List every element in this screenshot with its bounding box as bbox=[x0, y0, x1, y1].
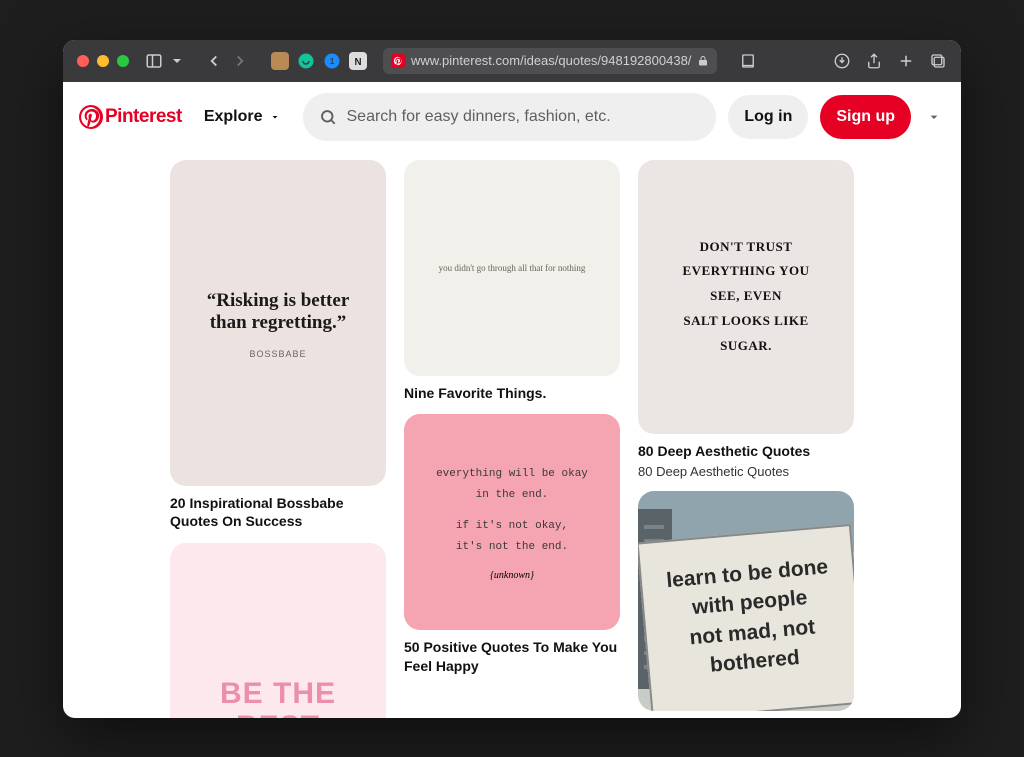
pin-image: learn to be done with people not mad, no… bbox=[638, 491, 854, 711]
search-bar[interactable] bbox=[303, 93, 717, 141]
url-text: www.pinterest.com/ideas/quotes/948192800… bbox=[411, 53, 691, 68]
tabs-overview-icon[interactable] bbox=[929, 52, 947, 70]
new-tab-icon[interactable] bbox=[897, 52, 915, 70]
notion-icon[interactable]: N bbox=[349, 52, 367, 70]
browser-window: 1 N www.pinterest.com/ideas/quotes/94819… bbox=[63, 40, 961, 718]
pin-grid: “Risking is better than regretting.” BOS… bbox=[63, 152, 961, 718]
explore-button[interactable]: Explore bbox=[194, 108, 291, 126]
pin-card[interactable]: learn to be done with people not mad, no… bbox=[638, 491, 854, 711]
traffic-lights bbox=[77, 55, 129, 67]
pin-image: you didn't go through all that for nothi… bbox=[404, 160, 620, 376]
maximize-window-button[interactable] bbox=[117, 55, 129, 67]
pin-title: 50 Positive Quotes To Make You Feel Happ… bbox=[404, 638, 620, 676]
pin-card[interactable]: you didn't go through all that for nothi… bbox=[404, 160, 620, 403]
quote-text: learn to be done with people not mad, no… bbox=[638, 524, 854, 711]
lock-icon bbox=[697, 55, 709, 67]
pin-title: 80 Deep Aesthetic Quotes bbox=[638, 442, 854, 461]
search-icon bbox=[319, 108, 337, 126]
pin-card[interactable]: “Risking is better than regretting.” BOS… bbox=[170, 160, 386, 532]
search-input[interactable] bbox=[347, 108, 701, 126]
quote-text: BE THE BEST bbox=[190, 677, 366, 717]
chevron-down-icon bbox=[926, 109, 942, 125]
reader-mode-icon[interactable] bbox=[739, 52, 757, 70]
explore-label: Explore bbox=[204, 108, 263, 126]
pin-image: BE THE BEST bbox=[170, 543, 386, 717]
extension-icon-1[interactable] bbox=[271, 52, 289, 70]
pin-image: everything will be okay in the end. if i… bbox=[404, 414, 620, 630]
forward-button[interactable] bbox=[231, 52, 249, 70]
svg-text:1: 1 bbox=[330, 57, 335, 66]
minimize-window-button[interactable] bbox=[97, 55, 109, 67]
pin-subtitle: 80 Deep Aesthetic Quotes bbox=[638, 464, 854, 479]
more-menu-button[interactable] bbox=[923, 106, 945, 128]
pinterest-favicon bbox=[391, 54, 405, 68]
pin-title: 20 Inspirational Bossbabe Quotes On Succ… bbox=[170, 494, 386, 532]
pinterest-icon bbox=[79, 105, 103, 129]
close-window-button[interactable] bbox=[77, 55, 89, 67]
quote-text: everything will be okay in the end. if i… bbox=[436, 464, 588, 558]
quote-credit: BOSSBABE bbox=[249, 349, 306, 359]
sidebar-icon[interactable] bbox=[145, 52, 163, 70]
quote-text: you didn't go through all that for nothi… bbox=[439, 263, 586, 273]
pin-card[interactable]: BE THE BEST bbox=[170, 543, 386, 717]
pin-image: “Risking is better than regretting.” BOS… bbox=[170, 160, 386, 486]
login-button[interactable]: Log in bbox=[728, 95, 808, 139]
quote-text: Don't trust everything you see, even sal… bbox=[682, 235, 809, 358]
quote-credit: {unknown} bbox=[490, 570, 534, 581]
chevron-down-icon bbox=[269, 111, 281, 123]
onepassword-icon[interactable]: 1 bbox=[323, 52, 341, 70]
grid-column: you didn't go through all that for nothi… bbox=[404, 160, 620, 718]
svg-text:N: N bbox=[354, 56, 361, 67]
pinterest-logo[interactable]: Pinterest bbox=[79, 105, 182, 129]
pin-image: Don't trust everything you see, even sal… bbox=[638, 160, 854, 434]
back-button[interactable] bbox=[205, 52, 223, 70]
pin-card[interactable]: everything will be okay in the end. if i… bbox=[404, 414, 620, 676]
browser-toolbar: 1 N www.pinterest.com/ideas/quotes/94819… bbox=[63, 40, 961, 82]
grid-column: “Risking is better than regretting.” BOS… bbox=[170, 160, 386, 718]
grammarly-icon[interactable] bbox=[297, 52, 315, 70]
quote-text: “Risking is better than regretting.” bbox=[190, 290, 366, 336]
share-icon[interactable] bbox=[865, 52, 883, 70]
pin-title: Nine Favorite Things. bbox=[404, 384, 620, 403]
brand-text: Pinterest bbox=[105, 106, 182, 128]
signup-button[interactable]: Sign up bbox=[820, 95, 911, 139]
pin-card[interactable]: Don't trust everything you see, even sal… bbox=[638, 160, 854, 480]
toolbar-dropdown-icon[interactable] bbox=[171, 52, 183, 70]
pinterest-header: Pinterest Explore Log in Sign up bbox=[63, 82, 961, 152]
address-bar[interactable]: www.pinterest.com/ideas/quotes/948192800… bbox=[383, 48, 717, 74]
grid-column: Don't trust everything you see, even sal… bbox=[638, 160, 854, 718]
downloads-icon[interactable] bbox=[833, 52, 851, 70]
